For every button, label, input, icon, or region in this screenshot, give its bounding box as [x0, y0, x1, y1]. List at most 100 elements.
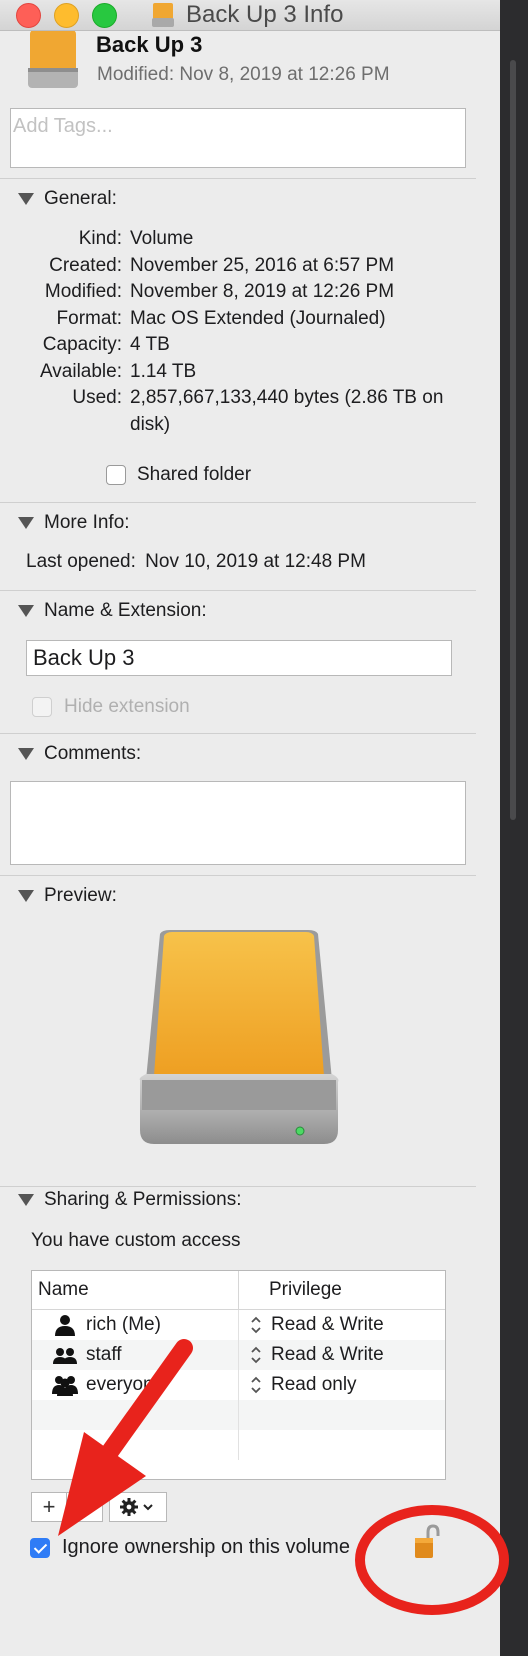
file-name: Back Up 3 — [96, 32, 203, 57]
disclosure-triangle-icon[interactable] — [18, 605, 34, 617]
section-more-info-title: More Info: — [44, 512, 130, 533]
section-sharing-header[interactable]: Sharing & Permissions: — [18, 1189, 241, 1211]
detail-label: Kind: — [78, 228, 122, 249]
hide-extension-checkbox[interactable] — [32, 697, 52, 717]
section-general-title: General: — [44, 188, 117, 209]
divider — [0, 875, 476, 876]
permissions-table: Name Privilege rich (Me) Read & Write st… — [31, 1270, 446, 1480]
detail-label: Created: — [49, 254, 122, 276]
file-header: Back Up 3 Modified: Nov 8, 2019 at 12:26… — [0, 30, 500, 110]
disclosure-triangle-icon[interactable] — [18, 1194, 34, 1206]
detail-row: Kind: Volume — [0, 226, 476, 253]
minimize-window-button[interactable] — [54, 3, 79, 28]
gear-icon — [120, 1498, 153, 1516]
up-down-chevron-icon — [251, 1316, 261, 1334]
tags-field-wrap — [10, 108, 466, 168]
detail-value: Mac OS Extended (Journaled) — [130, 307, 386, 329]
disclosure-triangle-icon[interactable] — [18, 748, 34, 760]
ignore-ownership-label: Ignore ownership on this volume — [62, 1536, 350, 1558]
detail-label: Modified: — [44, 281, 122, 302]
last-opened-value: Nov 10, 2019 at 12:48 PM — [145, 551, 366, 572]
shared-folder-option[interactable]: Shared folder — [106, 464, 251, 486]
divider — [0, 1186, 476, 1187]
single-user-icon — [55, 1315, 75, 1336]
detail-value: November 8, 2019 at 12:26 PM — [130, 281, 395, 302]
zoom-window-button[interactable] — [92, 3, 117, 28]
detail-row: Capacity: 4 TB — [0, 332, 476, 359]
ignore-ownership-checkbox[interactable] — [30, 1537, 50, 1558]
comments-field-wrap — [10, 781, 469, 868]
unlocked-lock-icon[interactable] — [414, 1524, 440, 1560]
tags-input[interactable] — [11, 109, 465, 144]
last-opened-label: Last opened: — [26, 551, 136, 572]
shared-folder-checkbox[interactable] — [106, 465, 126, 485]
comments-textarea[interactable] — [11, 782, 469, 868]
section-more-info-header[interactable]: More Info: — [18, 512, 130, 534]
table-row[interactable]: rich (Me) Read & Write — [32, 1310, 445, 1340]
user-cell: everyone — [32, 1370, 239, 1400]
access-status: You have custom access — [31, 1230, 241, 1251]
detail-label: Available: — [39, 360, 122, 382]
detail-value: Volume — [130, 228, 194, 249]
detail-label: Capacity: — [42, 334, 122, 355]
privilege-value: Read only — [271, 1374, 357, 1395]
privilege-cell[interactable]: Read & Write — [239, 1314, 445, 1336]
general-details: Kind: Volume Created: November 25, 2016 … — [0, 226, 476, 438]
user-name: everyone — [86, 1374, 165, 1395]
disclosure-triangle-icon[interactable] — [18, 517, 34, 529]
detail-value: 2,857,667,133,440 bytes (2.86 TB on disk… — [130, 387, 444, 435]
ignore-ownership-option[interactable]: Ignore ownership on this volume — [30, 1536, 350, 1559]
column-header-privilege[interactable]: Privilege — [239, 1279, 445, 1301]
privilege-value: Read & Write — [271, 1314, 384, 1335]
section-comments-title: Comments: — [44, 743, 142, 764]
detail-row: Available: 1.14 TB — [0, 359, 476, 386]
table-row[interactable]: staff Read & Write — [32, 1340, 445, 1370]
privilege-cell[interactable]: Read & Write — [239, 1344, 445, 1366]
window-title-group: Back Up 3 Info — [150, 0, 343, 30]
user-name: rich (Me) — [86, 1314, 161, 1335]
user-name: staff — [86, 1344, 122, 1365]
privilege-cell[interactable]: Read only — [239, 1374, 445, 1396]
section-preview-title: Preview: — [44, 885, 117, 906]
detail-value: November 25, 2016 at 6:57 PM — [130, 254, 395, 276]
title-bar: Back Up 3 Info — [0, 0, 500, 31]
section-preview-header[interactable]: Preview: — [18, 885, 117, 907]
drive-preview-image — [139, 930, 339, 1144]
divider — [0, 733, 476, 734]
user-cell: staff — [32, 1340, 239, 1370]
privilege-value: Read & Write — [271, 1344, 384, 1365]
drive-icon — [28, 30, 78, 88]
close-window-button[interactable] — [16, 3, 41, 28]
hide-extension-option[interactable]: Hide extension — [32, 696, 190, 718]
last-opened-row: Last opened: Nov 10, 2019 at 12:48 PM — [26, 551, 366, 573]
table-row[interactable]: everyone Read only — [32, 1370, 445, 1400]
section-name-extension-title: Name & Extension: — [44, 600, 207, 621]
section-general-header[interactable]: General: — [18, 188, 117, 210]
action-menu-button[interactable] — [109, 1492, 167, 1522]
group-icon — [53, 1348, 77, 1364]
column-header-name[interactable]: Name — [32, 1271, 239, 1309]
permission-buttons: + − — [31, 1492, 167, 1522]
background-edge — [500, 0, 528, 1656]
user-cell: rich (Me) — [32, 1310, 239, 1340]
detail-label: Used: — [72, 387, 122, 408]
detail-row: Created: November 25, 2016 at 6:57 PM — [0, 253, 476, 280]
add-user-button[interactable]: + — [31, 1492, 67, 1522]
disclosure-triangle-icon[interactable] — [18, 193, 34, 205]
up-down-chevron-icon — [251, 1376, 261, 1394]
content: Back Up 3 Modified: Nov 8, 2019 at 12:26… — [0, 30, 500, 110]
section-comments-header[interactable]: Comments: — [18, 743, 141, 765]
remove-user-button[interactable]: − — [67, 1492, 103, 1522]
name-input[interactable] — [27, 641, 451, 675]
section-name-extension-header[interactable]: Name & Extension: — [18, 600, 207, 622]
detail-label: Format: — [56, 307, 122, 329]
divider — [0, 502, 476, 503]
name-field-wrap — [26, 640, 452, 676]
background-scrollbar — [510, 60, 516, 820]
divider — [0, 590, 476, 591]
detail-row: Modified: November 8, 2019 at 12:26 PM — [0, 279, 476, 306]
detail-row: Format: Mac OS Extended (Journaled) — [0, 306, 476, 333]
detail-value: 4 TB — [130, 334, 170, 355]
disclosure-triangle-icon[interactable] — [18, 890, 34, 902]
table-row — [32, 1400, 445, 1430]
